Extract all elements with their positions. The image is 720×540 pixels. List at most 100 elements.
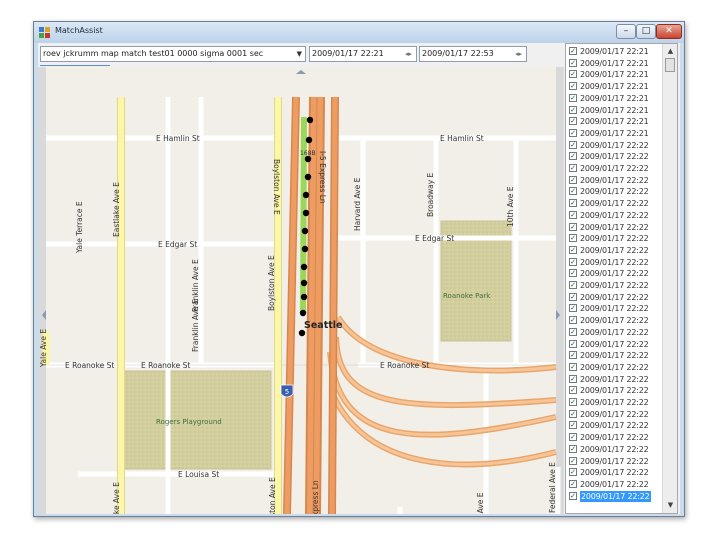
- list-item[interactable]: ✓ 2009/01/17 22:22: [566, 198, 662, 210]
- item-timestamp: 2009/01/17 22:22: [580, 398, 649, 407]
- spin-icon[interactable]: ◂▸: [403, 48, 414, 60]
- list-item[interactable]: ✓ 2009/01/17 22:22: [566, 420, 662, 432]
- minimize-button[interactable]: –: [616, 24, 636, 39]
- item-checkbox[interactable]: ✓: [569, 234, 577, 243]
- item-checkbox[interactable]: ✓: [569, 327, 577, 336]
- item-timestamp: 2009/01/17 22:22: [580, 421, 649, 431]
- list-item[interactable]: ✓ 2009/01/17 22:22: [566, 397, 662, 409]
- list-item[interactable]: ✓ 2009/01/17 22:22: [566, 210, 662, 222]
- list-item[interactable]: ✓ 2009/01/17 22:22: [566, 409, 662, 421]
- item-checkbox[interactable]: ✓: [569, 152, 577, 161]
- item-checkbox[interactable]: ✓: [569, 398, 577, 406]
- label-10th-ave: 10th Ave E: [506, 186, 515, 227]
- maximize-button[interactable]: □: [636, 24, 656, 39]
- item-checkbox[interactable]: ✓: [569, 82, 577, 91]
- item-checkbox[interactable]: ✓: [569, 339, 577, 348]
- scroll-thumb[interactable]: [665, 58, 675, 72]
- item-checkbox[interactable]: ✓: [569, 444, 577, 453]
- list-item[interactable]: ✓ 2009/01/17 22:21: [566, 46, 662, 58]
- map-viewport[interactable]: 5 E Hamlin St E Hamlin St E Edgar St E E…: [38, 67, 564, 514]
- list-item[interactable]: ✓ 2009/01/17 22:22: [566, 444, 662, 456]
- list-item[interactable]: ✓ 2009/01/17 22:22: [566, 479, 662, 491]
- item-checkbox[interactable]: ✓: [569, 362, 577, 371]
- start-time-picker[interactable]: 2009/01/17 22:21 ◂▸: [309, 46, 417, 62]
- item-checkbox[interactable]: ✓: [569, 175, 577, 184]
- item-checkbox[interactable]: ✓: [569, 140, 577, 149]
- street-map[interactable]: 5 E Hamlin St E Hamlin St E Edgar St E E…: [38, 67, 564, 514]
- item-checkbox[interactable]: ✓: [569, 199, 577, 208]
- query-combobox[interactable]: roev jckrumm map match test01 0000 sigma…: [40, 46, 306, 62]
- item-checkbox[interactable]: ✓: [569, 164, 577, 172]
- scroll-up-button[interactable]: ▲: [665, 46, 676, 57]
- item-checkbox[interactable]: ✓: [569, 257, 577, 266]
- item-checkbox[interactable]: ✓: [569, 222, 577, 231]
- item-checkbox[interactable]: ✓: [569, 386, 577, 395]
- list-item[interactable]: ✓ 2009/01/17 22:22: [566, 327, 662, 339]
- item-checkbox[interactable]: ✓: [569, 374, 577, 383]
- map-edge-right: [556, 67, 564, 514]
- list-item[interactable]: ✓ 2009/01/17 22:22: [566, 163, 662, 175]
- item-checkbox[interactable]: ✓: [569, 70, 577, 79]
- item-checkbox[interactable]: ✓: [569, 93, 577, 102]
- item-checkbox[interactable]: ✓: [569, 281, 577, 289]
- item-checkbox[interactable]: ✓: [569, 456, 577, 465]
- item-checkbox[interactable]: ✓: [569, 269, 577, 278]
- list-item[interactable]: ✓ 2009/01/17 22:22: [566, 268, 662, 280]
- list-item[interactable]: ✓ 2009/01/17 22:21: [566, 93, 662, 105]
- item-checkbox[interactable]: ✓: [569, 468, 577, 477]
- item-checkbox[interactable]: ✓: [569, 421, 577, 430]
- list-item[interactable]: ✓ 2009/01/17 22:22: [566, 151, 662, 163]
- list-item[interactable]: ✓ 2009/01/17 22:22: [566, 280, 662, 292]
- item-checkbox[interactable]: ✓: [569, 409, 577, 418]
- end-time-picker[interactable]: 2009/01/17 22:53 ◂▸: [419, 46, 527, 62]
- close-button[interactable]: ✕: [656, 24, 682, 39]
- list-item[interactable]: ✓ 2009/01/17 22:22: [566, 292, 662, 304]
- item-checkbox[interactable]: ✓: [569, 128, 577, 137]
- list-item[interactable]: ✓ 2009/01/17 22:22: [566, 374, 662, 386]
- item-checkbox[interactable]: ✓: [569, 210, 577, 219]
- list-item[interactable]: ✓ 2009/01/17 22:22: [566, 339, 662, 351]
- list-item[interactable]: ✓ 2009/01/17 22:22: [566, 245, 662, 257]
- timestamp-checklist[interactable]: ✓ 2009/01/17 22:21 ✓ 2009/01/17 22:21 ✓ 2009/…: [565, 43, 678, 514]
- list-item[interactable]: ✓ 2009/01/17 22:22: [566, 362, 662, 374]
- item-checkbox[interactable]: ✓: [569, 47, 577, 55]
- list-item[interactable]: ✓ 2009/01/17 22:22: [566, 490, 662, 503]
- item-checkbox[interactable]: ✓: [569, 351, 577, 360]
- list-item[interactable]: ✓ 2009/01/17 22:22: [566, 257, 662, 269]
- item-checkbox[interactable]: ✓: [569, 105, 577, 114]
- list-item[interactable]: ✓ 2009/01/17 22:21: [566, 128, 662, 140]
- list-item[interactable]: ✓ 2009/01/17 22:22: [566, 175, 662, 187]
- list-item[interactable]: ✓ 2009/01/17 22:22: [566, 467, 662, 479]
- item-checkbox[interactable]: ✓: [569, 304, 577, 313]
- item-checkbox[interactable]: ✓: [569, 58, 577, 67]
- spin-icon[interactable]: ◂▸: [513, 48, 524, 60]
- item-checkbox[interactable]: ✓: [569, 479, 577, 488]
- list-item[interactable]: ✓ 2009/01/17 22:21: [566, 58, 662, 70]
- list-item[interactable]: ✓ 2009/01/17 22:22: [566, 233, 662, 245]
- list-item[interactable]: ✓ 2009/01/17 22:22: [566, 222, 662, 234]
- item-checkbox[interactable]: ✓: [569, 491, 577, 500]
- item-checkbox[interactable]: ✓: [569, 316, 577, 325]
- title-bar[interactable]: MatchAssist – □ ✕: [34, 22, 684, 43]
- list-item[interactable]: ✓ 2009/01/17 22:22: [566, 303, 662, 315]
- list-item[interactable]: ✓ 2009/01/17 22:22: [566, 432, 662, 444]
- list-item[interactable]: ✓ 2009/01/17 22:22: [566, 456, 662, 468]
- item-checkbox[interactable]: ✓: [569, 245, 577, 254]
- list-item[interactable]: ✓ 2009/01/17 22:22: [566, 140, 662, 152]
- item-checkbox[interactable]: ✓: [569, 187, 577, 196]
- list-item[interactable]: ✓ 2009/01/17 22:21: [566, 116, 662, 128]
- label-city-seattle: Seattle: [304, 320, 342, 331]
- item-checkbox[interactable]: ✓: [569, 117, 577, 126]
- vertical-scrollbar[interactable]: ▲ ▼: [662, 44, 677, 513]
- scroll-down-button[interactable]: ▼: [665, 500, 676, 511]
- list-item[interactable]: ✓ 2009/01/17 22:21: [566, 81, 662, 93]
- item-checkbox[interactable]: ✓: [569, 433, 577, 442]
- list-item[interactable]: ✓ 2009/01/17 22:21: [566, 105, 662, 117]
- list-item[interactable]: ✓ 2009/01/17 22:22: [566, 186, 662, 198]
- list-item[interactable]: ✓ 2009/01/17 22:22: [566, 385, 662, 397]
- chevron-down-icon[interactable]: ▼: [297, 47, 302, 61]
- list-item[interactable]: ✓ 2009/01/17 22:22: [566, 350, 662, 362]
- list-item[interactable]: ✓ 2009/01/17 22:22: [566, 315, 662, 327]
- list-item[interactable]: ✓ 2009/01/17 22:21: [566, 69, 662, 81]
- item-checkbox[interactable]: ✓: [569, 292, 577, 301]
